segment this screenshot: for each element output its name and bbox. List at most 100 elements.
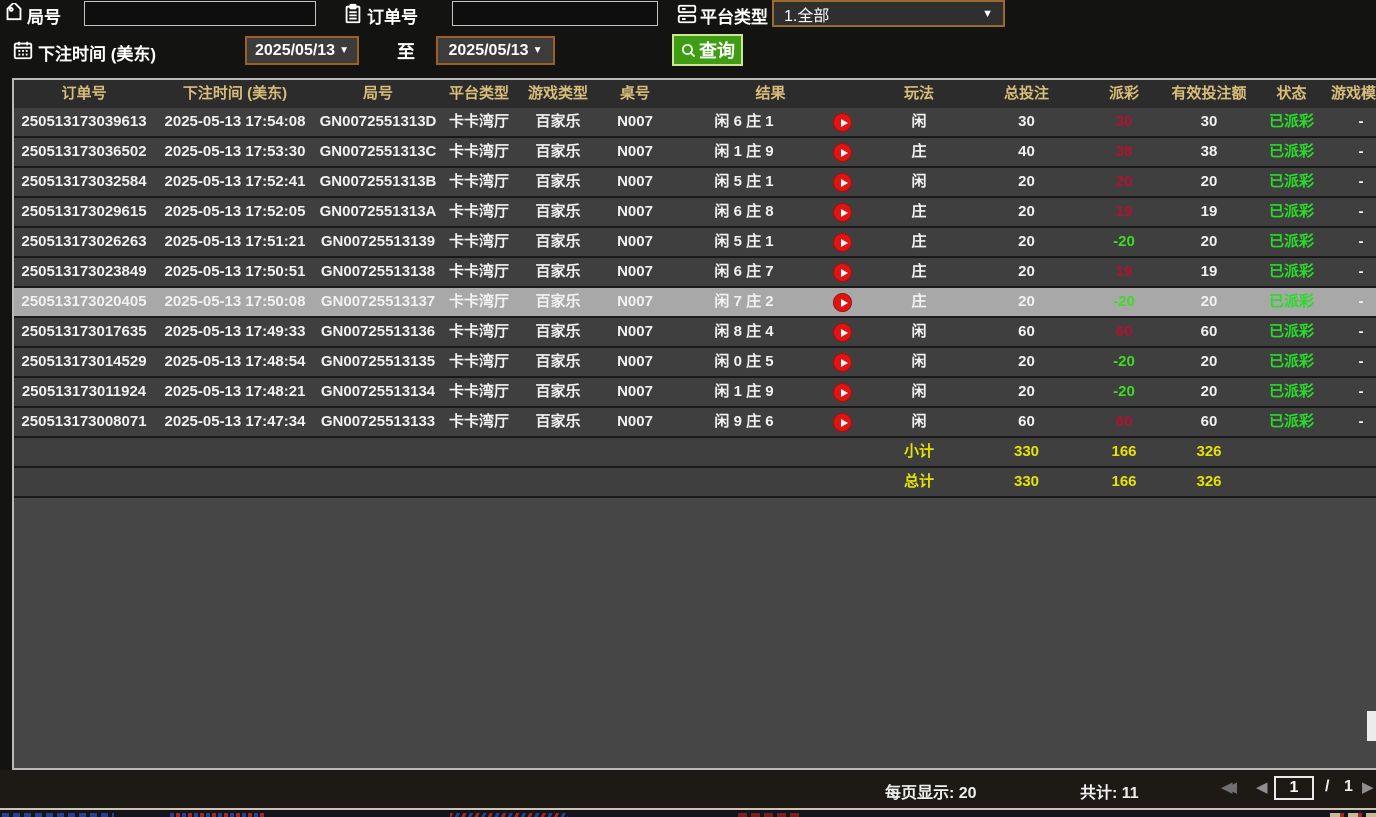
- status-cell: 已派彩: [1254, 318, 1329, 346]
- play-type-cell: 庄: [869, 198, 969, 226]
- date-from-picker[interactable]: 2025/05/13 ▼: [245, 36, 359, 65]
- table-row[interactable]: 2505131730176352025-05-13 17:49:33GN0072…: [14, 318, 1376, 348]
- prev-page-button[interactable]: ◀: [1256, 778, 1268, 798]
- game-mode-cell: -: [1329, 408, 1376, 436]
- play-video-icon[interactable]: [833, 383, 852, 402]
- play-video-cell: [816, 138, 869, 166]
- status-cell: 已派彩: [1254, 258, 1329, 286]
- play-video-icon[interactable]: [833, 203, 852, 222]
- status-cell: 已派彩: [1254, 408, 1329, 436]
- play-video-cell: [816, 378, 869, 406]
- game-mode-cell: -: [1329, 258, 1376, 286]
- game-type-cell: 百家乐: [518, 318, 598, 346]
- first-page-button[interactable]: ◀◀: [1221, 778, 1230, 798]
- filter-panel: 局号 订单号 平台类型 1.全部 ▼ 下注时间 (美东) 2025/05/13 …: [0, 0, 1376, 78]
- scrollbar-thumb[interactable]: [1367, 711, 1376, 741]
- round-id-label: 局号: [27, 3, 61, 28]
- status-cell: 已派彩: [1254, 378, 1329, 406]
- play-video-cell: [816, 108, 869, 136]
- valid-bet-cell: 20: [1164, 348, 1254, 376]
- background-app-edge: [0, 808, 1376, 817]
- table-row[interactable]: 2505131730238492025-05-13 17:50:51GN0072…: [14, 258, 1376, 288]
- bet-time-cell: 2025-05-13 17:51:21: [154, 228, 316, 256]
- play-video-icon[interactable]: [833, 143, 852, 162]
- payout-cell: 30: [1084, 108, 1164, 136]
- total-bet-cell: 60: [969, 318, 1084, 346]
- round-id-cell: GN00725513136: [316, 318, 440, 346]
- table-row[interactable]: 2505131730145292025-05-13 17:48:54GN0072…: [14, 348, 1376, 378]
- order-id-cell: 250513173023849: [14, 258, 154, 286]
- play-video-icon[interactable]: [833, 413, 852, 432]
- table-row[interactable]: 2505131730365022025-05-13 17:53:30GN0072…: [14, 138, 1376, 168]
- order-id-cell: 250513173014529: [14, 348, 154, 376]
- platform-cell: 卡卡湾厅: [440, 108, 518, 136]
- game-type-cell: 百家乐: [518, 138, 598, 166]
- result-cell: 闲 5 庄 1: [672, 228, 816, 256]
- table-row[interactable]: 2505131730325842025-05-13 17:52:41GN0072…: [14, 168, 1376, 198]
- table-row[interactable]: 2505131730296152025-05-13 17:52:05GN0072…: [14, 198, 1376, 228]
- page-separator: /: [1325, 778, 1329, 796]
- order-id-cell: 250513173036502: [14, 138, 154, 166]
- betting-records-screen: 局号 订单号 平台类型 1.全部 ▼ 下注时间 (美东) 2025/05/13 …: [0, 0, 1376, 817]
- bet-time-cell: 2025-05-13 17:48:54: [154, 348, 316, 376]
- platform-select[interactable]: 1.全部 ▼: [772, 0, 1005, 27]
- game-mode-cell: -: [1329, 318, 1376, 346]
- play-type-cell: 庄: [869, 138, 969, 166]
- status-cell: 已派彩: [1254, 198, 1329, 226]
- clipboard-icon: [342, 3, 364, 25]
- play-video-icon[interactable]: [833, 233, 852, 252]
- bet-time-label: 下注时间 (美东): [38, 40, 156, 65]
- play-video-icon[interactable]: [833, 323, 852, 342]
- play-type-cell: 庄: [869, 288, 969, 316]
- play-video-icon[interactable]: [833, 263, 852, 282]
- result-cell: 闲 1 庄 9: [672, 378, 816, 406]
- play-video-icon[interactable]: [833, 113, 852, 132]
- subtotal-row-total-bet: 330: [969, 438, 1084, 466]
- game-type-cell: 百家乐: [518, 378, 598, 406]
- game-mode-cell: -: [1329, 228, 1376, 256]
- table-row[interactable]: 2505131730119242025-05-13 17:48:21GN0072…: [14, 378, 1376, 408]
- play-video-icon[interactable]: [833, 353, 852, 372]
- table-row[interactable]: 2505131730262632025-05-13 17:51:21GN0072…: [14, 228, 1376, 258]
- game-type-cell: 百家乐: [518, 168, 598, 196]
- column-header: 总投注: [969, 80, 1084, 108]
- valid-bet-cell: 19: [1164, 258, 1254, 286]
- grand-total-row-payout: 166: [1084, 468, 1164, 496]
- table-row[interactable]: 2505131730080712025-05-13 17:47:34GN0072…: [14, 408, 1376, 438]
- date-to-picker[interactable]: 2025/05/13 ▼: [436, 36, 555, 65]
- result-cell: 闲 7 庄 2: [672, 288, 816, 316]
- platform-cell: 卡卡湾厅: [440, 138, 518, 166]
- bet-time-cell: 2025-05-13 17:48:21: [154, 378, 316, 406]
- column-header: 游戏模式: [1329, 80, 1376, 108]
- search-button[interactable]: 查询: [672, 34, 743, 66]
- table-row[interactable]: 2505131730396132025-05-13 17:54:08GN0072…: [14, 108, 1376, 138]
- total-bet-cell: 20: [969, 288, 1084, 316]
- next-page-button[interactable]: ▶: [1362, 778, 1374, 798]
- page-number-input[interactable]: [1274, 776, 1314, 800]
- payout-cell: 19: [1084, 258, 1164, 286]
- column-header: 平台类型: [440, 80, 518, 108]
- valid-bet-cell: 19: [1164, 198, 1254, 226]
- game-mode-cell: -: [1329, 378, 1376, 406]
- background-artifacts: [170, 813, 265, 817]
- table-header-row: 订单号下注时间 (美东)局号平台类型游戏类型桌号结果玩法总投注派彩有效投注额状态…: [14, 80, 1376, 108]
- subtotal-row-valid-bet: 326: [1164, 438, 1254, 466]
- date-to-value: 2025/05/13: [449, 42, 529, 60]
- total-count-label: 共计: 11: [1080, 779, 1139, 803]
- play-video-icon[interactable]: [833, 293, 852, 312]
- bet-time-cell: 2025-05-13 17:53:30: [154, 138, 316, 166]
- pagination-bar: 每页显示: 20 共计: 11 ◀◀ ◀ / 1 ▶: [0, 770, 1376, 808]
- valid-bet-cell: 20: [1164, 168, 1254, 196]
- status-cell: 已派彩: [1254, 108, 1329, 136]
- table-row[interactable]: 2505131730204052025-05-13 17:50:08GN0072…: [14, 288, 1376, 318]
- game-mode-cell: -: [1329, 288, 1376, 316]
- platform-cell: 卡卡湾厅: [440, 198, 518, 226]
- table-no-cell: N007: [598, 138, 672, 166]
- grand-total-row-total-bet: 330: [969, 468, 1084, 496]
- status-cell: 已派彩: [1254, 228, 1329, 256]
- play-video-icon[interactable]: [833, 173, 852, 192]
- game-type-cell: 百家乐: [518, 348, 598, 376]
- round-id-input[interactable]: [84, 1, 316, 26]
- order-id-input[interactable]: [452, 1, 658, 26]
- status-cell: 已派彩: [1254, 138, 1329, 166]
